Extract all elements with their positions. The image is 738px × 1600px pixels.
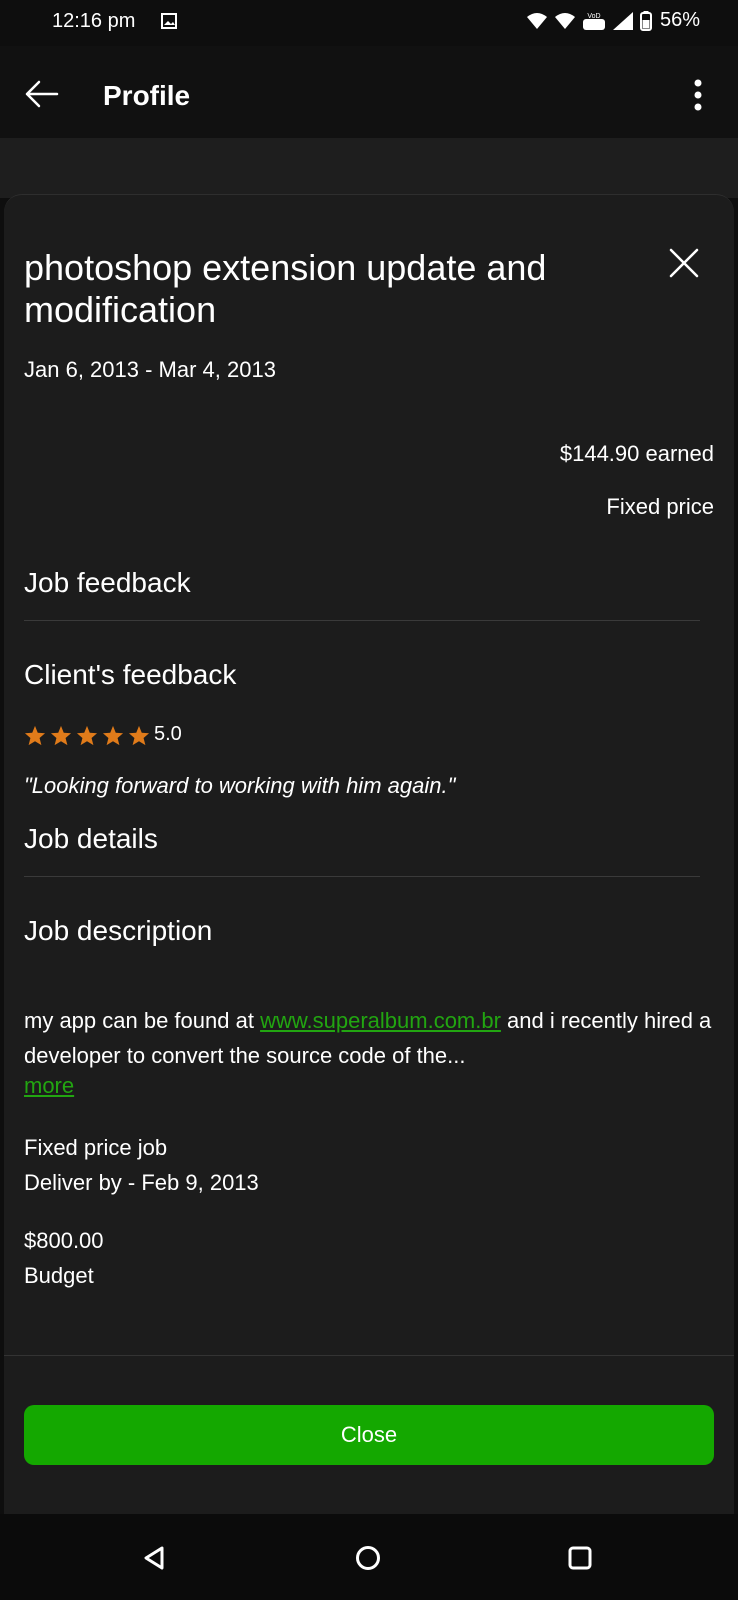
system-nav-bar xyxy=(0,1514,738,1600)
divider xyxy=(24,620,700,621)
volte-icon: VoD xyxy=(582,13,605,30)
star-icon xyxy=(128,725,150,746)
status-time: 12:16 pm xyxy=(52,10,136,32)
rating-value: 5.0 xyxy=(154,723,182,745)
client-feedback-quote: "Looking forward to working with him aga… xyxy=(24,773,456,798)
star-icon xyxy=(102,725,124,746)
home-circle-icon xyxy=(356,1546,380,1570)
deliver-by: Deliver by - Feb 9, 2013 xyxy=(24,1170,259,1195)
job-date-range: Jan 6, 2013 - Mar 4, 2013 xyxy=(24,357,276,382)
battery-icon xyxy=(639,10,652,31)
wifi-secondary-icon xyxy=(554,12,575,29)
budget-label: Budget xyxy=(24,1263,94,1288)
nav-recents-button[interactable] xyxy=(562,1540,598,1576)
gallery-notification-icon xyxy=(161,13,177,29)
description-link[interactable]: www.superalbum.com.br xyxy=(260,1008,501,1033)
job-title: photoshop extension update and modificat… xyxy=(24,247,547,330)
arrow-left-icon xyxy=(25,80,59,108)
more-link[interactable]: more xyxy=(24,1073,74,1099)
divider xyxy=(4,1355,734,1356)
star-rating xyxy=(24,725,150,746)
status-bar: 12:16 pm VoD 56% xyxy=(0,0,738,46)
description-prefix: my app can be found at xyxy=(24,1008,261,1033)
job-description-text: my app can be found at www.superalbum.co… xyxy=(24,1003,714,1073)
wifi-icon xyxy=(526,12,547,29)
recents-square-icon xyxy=(568,1546,592,1570)
divider xyxy=(24,876,700,877)
price-type: Fixed price xyxy=(606,494,714,519)
status-icons: VoD 56% xyxy=(526,9,700,32)
star-icon xyxy=(50,725,72,746)
nav-back-button[interactable] xyxy=(136,1540,172,1576)
star-icon xyxy=(24,725,46,746)
background-content xyxy=(0,138,738,198)
page-title: Profile xyxy=(103,80,191,111)
close-button[interactable]: Close xyxy=(24,1405,714,1465)
job-details-heading: Job details xyxy=(24,823,158,854)
job-type: Fixed price job xyxy=(24,1135,168,1160)
job-detail-sheet: photoshop extension update and modificat… xyxy=(4,194,734,1515)
budget-amount: $800.00 xyxy=(24,1228,104,1253)
job-description-heading: Job description xyxy=(24,915,213,946)
back-button[interactable] xyxy=(20,76,64,112)
close-icon[interactable] xyxy=(668,247,700,279)
svg-text:VoD: VoD xyxy=(587,13,600,20)
app-bar: Profile xyxy=(0,46,738,138)
earned-amount: $144.90 earned xyxy=(559,441,714,466)
battery-percentage: 56% xyxy=(659,9,700,31)
more-vertical-icon xyxy=(694,79,702,111)
signal-icon xyxy=(612,11,633,30)
client-feedback-heading: Client's feedback xyxy=(24,659,237,690)
back-triangle-icon xyxy=(144,1546,164,1570)
star-icon xyxy=(76,725,98,746)
overflow-menu-button[interactable] xyxy=(686,76,710,114)
nav-home-button[interactable] xyxy=(350,1540,386,1576)
job-feedback-heading: Job feedback xyxy=(24,567,191,598)
